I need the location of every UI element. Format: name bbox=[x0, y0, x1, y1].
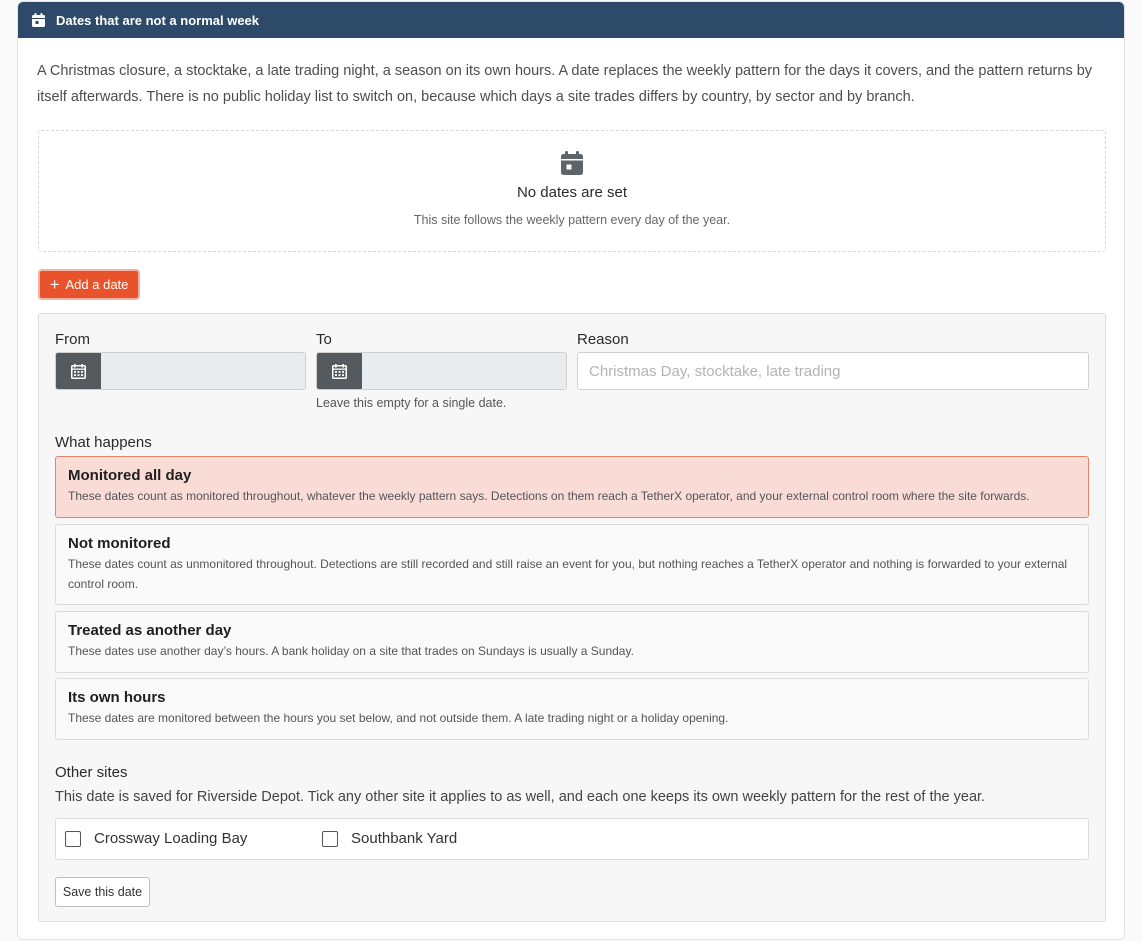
card-header: Dates that are not a normal week bbox=[18, 2, 1124, 38]
calendar-grid-icon[interactable] bbox=[317, 353, 362, 389]
site-name: Southbank Yard bbox=[351, 830, 458, 847]
dates-card: Dates that are not a normal week A Chris… bbox=[17, 1, 1125, 940]
intro-text: A Christmas closure, a stocktake, a late… bbox=[37, 63, 1093, 105]
option-title: Monitored all day bbox=[68, 467, 192, 484]
to-date-input[interactable] bbox=[362, 353, 566, 389]
option-treated-as-another-day[interactable]: Treated as another day These dates use a… bbox=[55, 611, 1089, 673]
reason-label: Reason bbox=[577, 331, 629, 348]
option-title: Its own hours bbox=[68, 689, 166, 706]
empty-state-title: No dates are set bbox=[516, 184, 628, 201]
other-sites-label: Other sites bbox=[55, 764, 128, 781]
checkbox[interactable] bbox=[65, 830, 81, 847]
calendar-icon bbox=[32, 13, 45, 27]
option-title: Not monitored bbox=[68, 535, 171, 552]
from-label: From bbox=[55, 331, 90, 348]
option-monitored-all-day[interactable]: Monitored all day These dates count as m… bbox=[55, 456, 1089, 518]
checkbox[interactable] bbox=[322, 830, 338, 847]
to-date-group bbox=[316, 352, 567, 390]
option-description: These dates count as unmonitored through… bbox=[68, 557, 1068, 591]
save-date-button[interactable]: Save this date bbox=[55, 877, 150, 907]
other-sites-list: Crossway Loading Bay Southbank Yard bbox=[55, 818, 1089, 860]
option-description: These dates are monitored between the ho… bbox=[68, 711, 729, 725]
date-form: From To Leave this empty for a single da… bbox=[38, 313, 1106, 922]
empty-state: No dates are set This site follows the w… bbox=[38, 130, 1106, 252]
site-checkbox-southbank[interactable]: Southbank Yard bbox=[322, 830, 457, 847]
to-label: To bbox=[316, 331, 332, 348]
option-its-own-hours[interactable]: Its own hours These dates are monitored … bbox=[55, 678, 1089, 740]
option-description: These dates use another day’s hours. A b… bbox=[68, 644, 634, 658]
site-name: Crossway Loading Bay bbox=[94, 830, 248, 847]
option-description: These dates count as monitored throughou… bbox=[68, 489, 1030, 503]
from-date-group bbox=[55, 352, 306, 390]
option-title: Treated as another day bbox=[68, 622, 232, 639]
add-date-label: Add a date bbox=[65, 277, 129, 292]
what-happens-label: What happens bbox=[55, 434, 152, 451]
calendar-icon bbox=[561, 151, 583, 175]
site-checkbox-crossway[interactable]: Crossway Loading Bay bbox=[65, 830, 247, 847]
card-title: Dates that are not a normal week bbox=[56, 12, 260, 28]
to-date-hint: Leave this empty for a single date. bbox=[316, 396, 507, 410]
other-sites-hint: This date is saved for Riverside Depot. … bbox=[55, 789, 986, 805]
reason-input[interactable] bbox=[577, 352, 1089, 390]
option-not-monitored[interactable]: Not monitored These dates count as unmon… bbox=[55, 524, 1089, 605]
plus-icon: + bbox=[49, 275, 60, 294]
from-date-input[interactable] bbox=[101, 353, 305, 389]
empty-state-subtitle: This site follows the weekly pattern eve… bbox=[413, 213, 731, 227]
add-date-button[interactable]: + Add a date bbox=[38, 269, 140, 300]
calendar-grid-icon[interactable] bbox=[56, 353, 101, 389]
